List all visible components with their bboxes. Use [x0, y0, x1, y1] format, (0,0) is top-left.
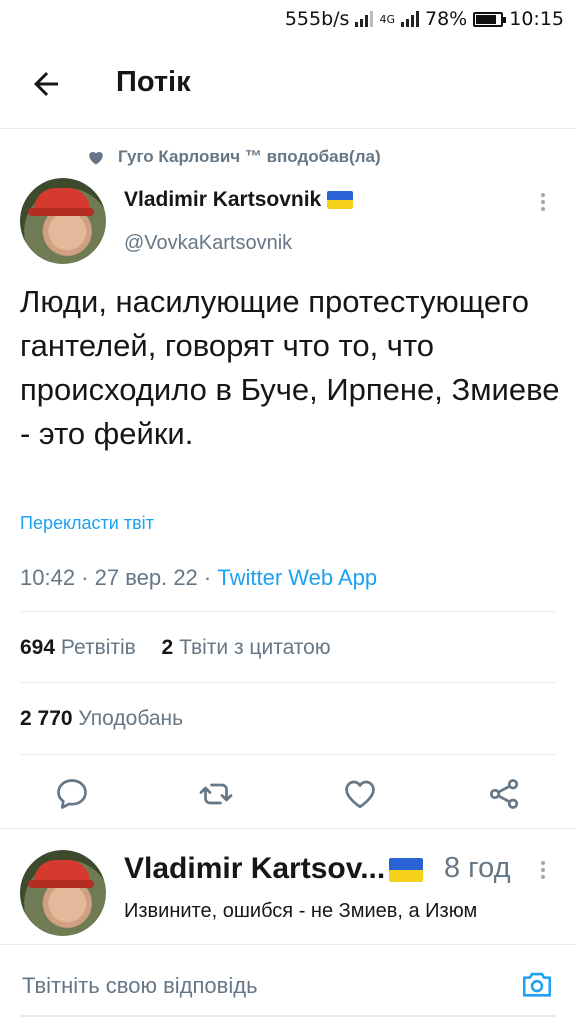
liked-by-text[interactable]: Гуго Карлович ™ вподобав(ла) — [118, 147, 381, 167]
reply-composer[interactable]: Твітніть свою відповідь — [0, 944, 576, 1025]
avatar[interactable] — [20, 178, 106, 264]
reply-text: Извините, ошибся - не Змиев, а Изюм — [124, 900, 478, 922]
like-icon[interactable] — [342, 776, 378, 812]
more-vertical-icon[interactable] — [538, 858, 548, 882]
status-bar: 555b/s 4G 78% 10:15 — [0, 0, 576, 40]
tweet-meta: 10:42 · 27 вер. 22 · Twitter Web App — [20, 565, 377, 591]
retweet-icon[interactable] — [198, 776, 234, 812]
ukraine-flag-icon — [389, 858, 424, 883]
ukraine-flag-icon — [327, 191, 354, 210]
signal-icon-2 — [401, 11, 419, 27]
status-right: 555b/s 4G 78% 10:15 — [285, 8, 564, 30]
heart-icon — [89, 151, 103, 165]
network-type: 4G — [379, 12, 395, 26]
more-vertical-icon[interactable] — [538, 190, 548, 214]
battery-percent: 78% — [425, 8, 468, 30]
tweet-timestamp: 10:42 · 27 вер. 22 · — [20, 565, 218, 590]
quotes-count: 2 — [161, 636, 174, 659]
retweet-stats[interactable]: 694 Ретвітів 2 Твіти з цитатою — [20, 636, 331, 660]
input-underline — [20, 1015, 556, 1017]
reply-author-name-text: Vladimir Kartsov... — [124, 852, 386, 885]
divider — [20, 682, 556, 683]
retweets-count: 694 — [20, 636, 56, 659]
signal-icon — [355, 11, 374, 27]
reply-avatar[interactable] — [20, 850, 106, 936]
tweet-source[interactable]: Twitter Web App — [217, 565, 377, 590]
likes-count: 2 770 — [20, 707, 73, 730]
battery-icon — [473, 11, 507, 27]
divider — [20, 611, 556, 612]
retweets-label: Ретвітів — [60, 636, 136, 659]
tweet-text: Люди, насилующие протестующего гантелей,… — [20, 284, 560, 451]
page-title: Потік — [116, 66, 191, 98]
translate-link[interactable]: Перекласти твіт — [20, 513, 154, 534]
reply-icon[interactable] — [54, 776, 90, 812]
clock: 10:15 — [509, 8, 564, 30]
likes-label: Уподобань — [78, 707, 184, 730]
camera-icon[interactable] — [520, 967, 554, 1001]
action-bar — [0, 770, 576, 818]
social-context: Гуго Карлович ™ вподобав(ла) — [88, 147, 381, 167]
app-bar: Потік — [0, 40, 576, 129]
divider — [0, 828, 576, 829]
reply-author-name[interactable]: Vladimir Kartsov... — [124, 852, 424, 886]
reply-input-placeholder[interactable]: Твітніть свою відповідь — [22, 973, 258, 999]
quotes-label: Твіти з цитатою — [179, 636, 331, 659]
reply-time: 8 год — [444, 852, 511, 884]
author-handle[interactable]: @VovkaKartsovnik — [124, 232, 292, 255]
network-speed: 555b/s — [284, 8, 350, 30]
back-arrow-icon[interactable] — [28, 66, 64, 102]
likes-stats[interactable]: 2 770 Уподобань — [20, 707, 183, 731]
author-name[interactable]: Vladimir Kartsovnik — [124, 188, 354, 212]
share-icon[interactable] — [486, 776, 522, 812]
author-name-text: Vladimir Kartsovnik — [124, 188, 322, 211]
divider — [20, 754, 556, 755]
